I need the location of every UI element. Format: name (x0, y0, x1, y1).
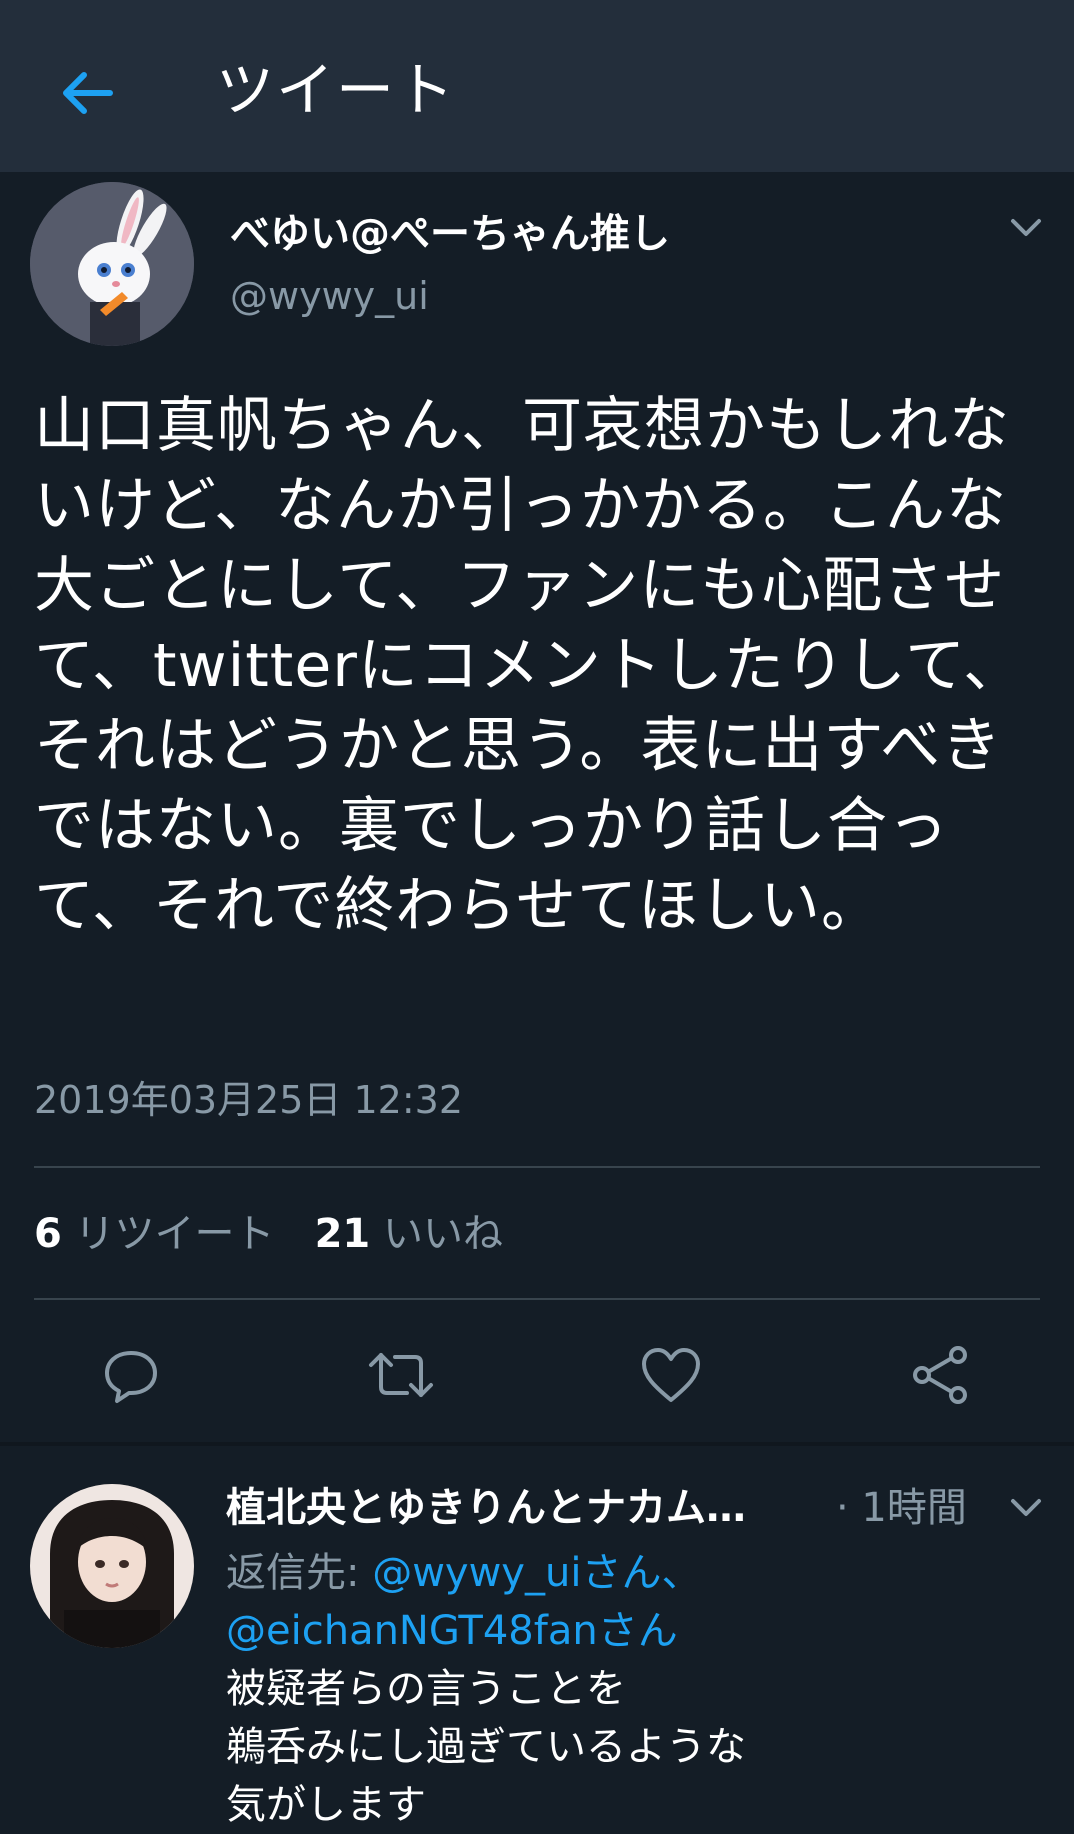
mention-link[interactable]: @eichanNGT48fanさん (226, 1608, 678, 1654)
chevron-down-icon (1011, 219, 1041, 236)
mention-link[interactable]: @wywy_uiさん、 (372, 1550, 701, 1596)
back-button[interactable] (52, 58, 122, 128)
like-icon (642, 1348, 700, 1402)
reply-icon (105, 1351, 157, 1403)
retweet-icon (369, 1353, 433, 1397)
page-title: ツイート (216, 56, 457, 124)
retweet-button[interactable] (356, 1330, 446, 1420)
bunny-avatar-image (30, 182, 194, 346)
author-handle[interactable]: @wywy_ui (230, 270, 429, 322)
share-button[interactable] (896, 1330, 986, 1420)
reply-to-line: 返信先: @wywy_uiさん、 @eichanNGT48fanさん (226, 1544, 1026, 1660)
reply-author-avatar[interactable] (30, 1484, 194, 1648)
tweet-actions (0, 1330, 1074, 1420)
divider (34, 1298, 1040, 1300)
share-icon (913, 1346, 967, 1404)
tweet-stats: 6 リツイート 21 いいね (34, 1206, 503, 1262)
arrow-left-icon (63, 72, 113, 114)
tweet-menu-button[interactable] (1004, 208, 1048, 248)
tweet-timestamp: 2019年03月25日 12:32 (34, 1078, 464, 1122)
reply-author-name[interactable]: 植北央とゆきりんとナカム… (226, 1480, 816, 1536)
person-avatar-image (30, 1484, 194, 1648)
reply-button[interactable] (86, 1330, 176, 1420)
like-label: いいね (382, 1211, 503, 1257)
retweet-stat[interactable]: 6 リツイート (34, 1211, 275, 1257)
top-app-bar: ツイート (0, 0, 1074, 172)
author-name[interactable]: べゆい@ぺーちゃん推し (230, 206, 670, 262)
author-avatar[interactable] (30, 182, 194, 346)
divider (34, 1166, 1040, 1168)
like-stat[interactable]: 21 いいね (315, 1211, 503, 1257)
like-button[interactable] (626, 1330, 716, 1420)
reply-text: 被疑者らの言うことを 鵜呑みにし過ぎているような 気がします (226, 1666, 746, 1828)
retweet-count: 6 (34, 1211, 62, 1257)
tweet-text: 山口真帆ちゃん、可哀想かもしれないけど、なんか引っかかる。こんな大ごとにして、フ… (34, 391, 1025, 941)
reply-menu-button[interactable] (1004, 1488, 1048, 1528)
like-count: 21 (314, 1211, 371, 1257)
reply-to-label: 返信先: (226, 1550, 360, 1596)
retweet-label: リツイート (74, 1211, 275, 1257)
chevron-down-icon (1011, 1499, 1041, 1516)
reply-time: · 1時間 (836, 1485, 967, 1531)
